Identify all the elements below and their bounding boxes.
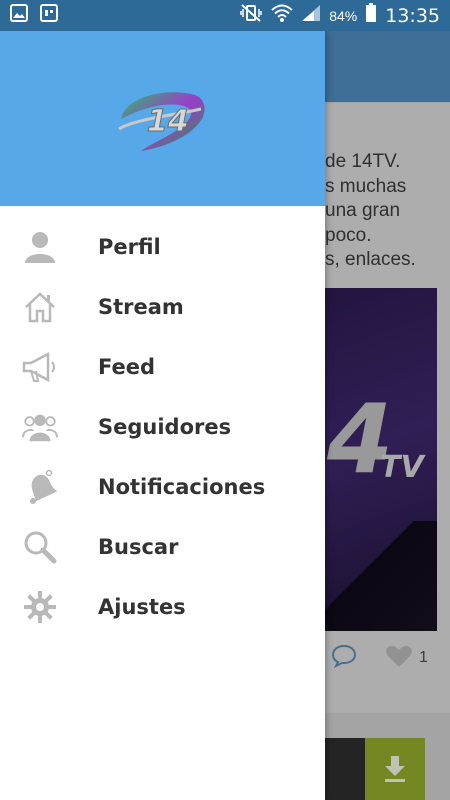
menu-item-buscar[interactable]: Buscar <box>0 517 325 577</box>
menu-item-stream[interactable]: Stream <box>0 277 325 337</box>
drawer-header: 14 <box>0 31 325 206</box>
menu-item-notificaciones[interactable]: Notificaciones <box>0 457 325 517</box>
menu-item-perfil[interactable]: Perfil <box>0 217 325 277</box>
home-icon <box>22 289 58 325</box>
gallery-notification-icon <box>10 4 28 27</box>
menu-item-label: Stream <box>98 295 184 319</box>
group-icon <box>22 409 58 445</box>
search-icon <box>22 529 58 565</box>
person-icon <box>22 229 58 265</box>
menu-item-label: Ajustes <box>98 595 186 619</box>
drawer-scrim[interactable] <box>325 31 450 800</box>
menu-item-seguidores[interactable]: Seguidores <box>0 397 325 457</box>
status-bar: 84% 13:35 <box>0 0 450 31</box>
app-logo: 14 <box>117 91 205 151</box>
menu-item-label: Buscar <box>98 535 179 559</box>
clock: 13:35 <box>385 4 440 27</box>
app-logo-text: 14 <box>147 104 189 139</box>
wifi-icon <box>271 3 293 28</box>
menu-item-label: Feed <box>98 355 156 379</box>
menu-item-label: Notificaciones <box>98 475 266 499</box>
battery-percent: 84% <box>329 7 358 24</box>
bell-icon <box>22 469 58 505</box>
megaphone-icon <box>22 349 58 385</box>
navigation-drawer: 14 Perfil Stream Feed Seguidores Notific… <box>0 31 325 800</box>
gear-icon <box>22 589 58 625</box>
menu-item-label: Perfil <box>98 235 161 259</box>
battery-icon <box>365 3 377 28</box>
signal-icon <box>301 4 321 27</box>
vibrate-mute-icon <box>239 3 263 28</box>
menu-item-label: Seguidores <box>98 415 232 439</box>
menu-item-ajustes[interactable]: Ajustes <box>0 577 325 637</box>
drawer-menu: Perfil Stream Feed Seguidores Notificaci… <box>0 206 325 637</box>
menu-item-feed[interactable]: Feed <box>0 337 325 397</box>
voicemail-notification-icon <box>40 4 58 27</box>
